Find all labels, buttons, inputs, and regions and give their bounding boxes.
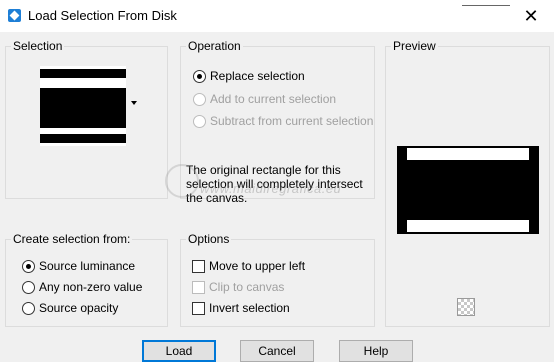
title-bar: Load Selection From Disk ✕ (0, 0, 554, 32)
any-non-zero-radio[interactable]: Any non-zero value (22, 278, 142, 296)
transparency-checkerboard-icon[interactable] (457, 298, 475, 316)
options-group-label: Options (186, 232, 232, 246)
subtract-from-selection-radio[interactable]: Subtract from current selection (193, 112, 373, 130)
replace-selection-label: Replace selection (210, 69, 305, 83)
radio-button[interactable] (193, 69, 206, 83)
app-icon (8, 9, 21, 22)
create-from-group-label: Create selection from: (11, 232, 133, 246)
clip-to-canvas-checkbox[interactable]: Clip to canvas (192, 278, 284, 296)
radio-button[interactable] (193, 114, 206, 128)
window-title: Load Selection From Disk (28, 8, 177, 23)
subtract-from-selection-label: Subtract from current selection (210, 114, 374, 128)
add-to-selection-label: Add to current selection (210, 92, 337, 106)
source-luminance-label: Source luminance (39, 259, 136, 273)
radio-button[interactable] (22, 280, 35, 294)
replace-selection-radio[interactable]: Replace selection (193, 67, 305, 85)
checkbox[interactable] (192, 280, 205, 294)
preview-group-label: Preview (391, 39, 438, 53)
source-luminance-radio[interactable]: Source luminance (22, 257, 135, 275)
watermark-logo (165, 164, 199, 198)
selection-dropdown-arrow-icon[interactable] (131, 101, 137, 105)
background-window-fragment (462, 0, 510, 6)
help-button[interactable]: Help (339, 340, 413, 362)
invert-selection-label: Invert selection (209, 301, 290, 315)
selection-thumbnail[interactable] (40, 66, 126, 146)
cancel-button[interactable]: Cancel (240, 340, 314, 362)
load-button[interactable]: Load (142, 340, 216, 362)
radio-button[interactable] (22, 301, 35, 315)
selection-group-label: Selection (11, 39, 65, 53)
source-opacity-radio[interactable]: Source opacity (22, 299, 118, 317)
watermark-text: www.maidiregrafica.eu (200, 181, 342, 196)
invert-selection-checkbox[interactable]: Invert selection (192, 299, 290, 317)
clip-to-canvas-label: Clip to canvas (209, 280, 285, 294)
operation-group-label: Operation (186, 39, 243, 53)
move-to-upper-left-label: Move to upper left (209, 259, 306, 273)
radio-button[interactable] (193, 92, 206, 106)
source-opacity-label: Source opacity (39, 301, 119, 315)
add-to-selection-radio[interactable]: Add to current selection (193, 90, 336, 108)
radio-button[interactable] (22, 259, 35, 273)
checkbox[interactable] (192, 259, 205, 273)
move-to-upper-left-checkbox[interactable]: Move to upper left (192, 257, 305, 275)
preview-image (397, 146, 539, 234)
checkbox[interactable] (192, 301, 205, 315)
any-non-zero-label: Any non-zero value (39, 280, 143, 294)
close-button[interactable]: ✕ (514, 4, 548, 28)
